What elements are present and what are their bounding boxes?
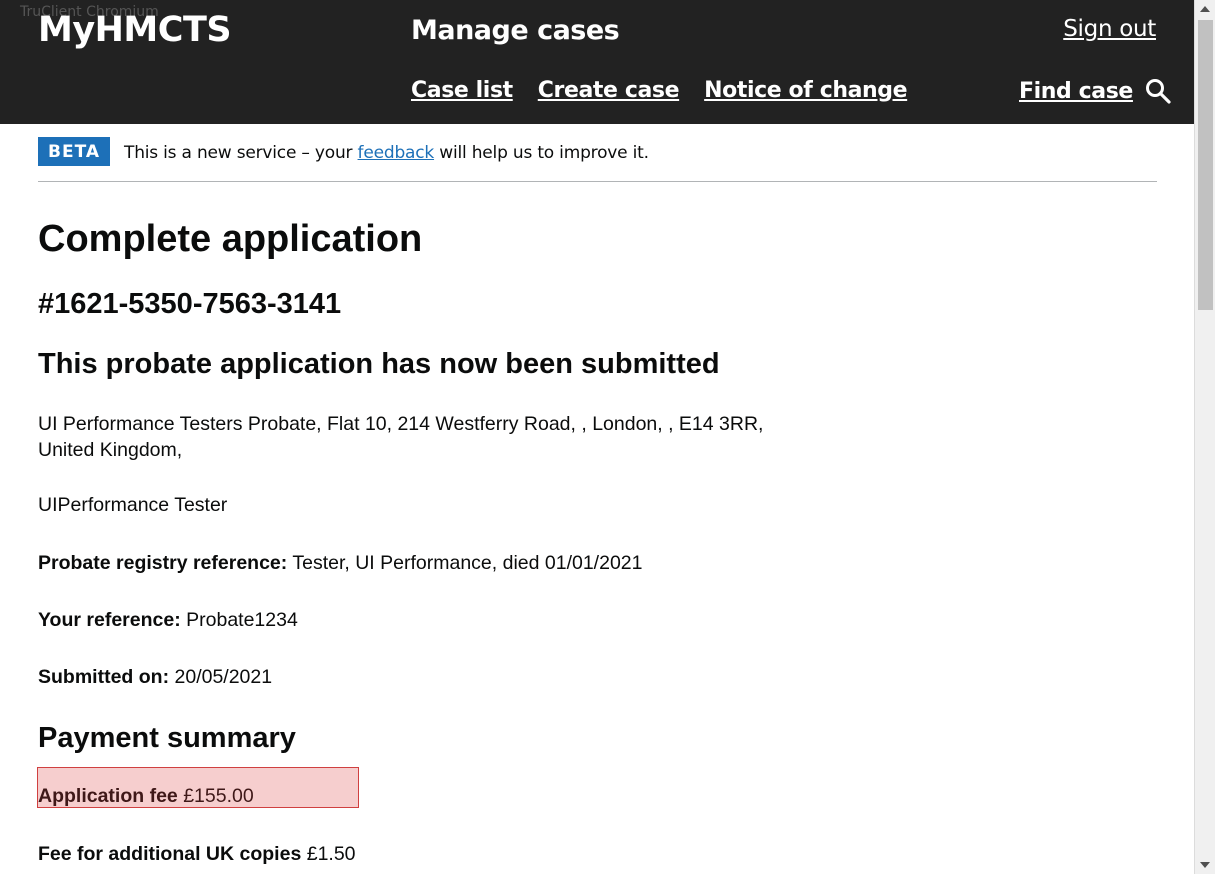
scroll-down-arrow-icon[interactable]: [1200, 862, 1210, 868]
your-reference: Your reference: Probate1234: [38, 609, 298, 632]
site-header: TruClient Chromium MyHMCTS Manage cases …: [0, 0, 1194, 124]
nav-create-case[interactable]: Create case: [538, 78, 680, 103]
submitted-on: Submitted on: 20/05/2021: [38, 666, 272, 689]
service-name[interactable]: Manage cases: [411, 15, 620, 46]
your-reference-label: Your reference:: [38, 609, 181, 631]
submitted-on-value: 20/05/2021: [174, 666, 273, 688]
application-fee-highlight: [37, 767, 359, 808]
primary-nav: Case list Create case Notice of change: [411, 78, 908, 103]
nav-notice-of-change[interactable]: Notice of change: [704, 78, 907, 103]
uk-copies-fee-value: £1.50: [306, 843, 356, 865]
page-title: Complete application: [38, 218, 423, 260]
find-case-link-group[interactable]: Find case: [1019, 78, 1171, 104]
phase-banner: BETA This is a new service – your feedba…: [38, 137, 1157, 182]
payment-summary-heading: Payment summary: [38, 722, 296, 754]
beta-text-after: will help us to improve it.: [434, 143, 649, 163]
status-heading: This probate application has now been su…: [38, 348, 720, 380]
scroll-thumb[interactable]: [1198, 20, 1213, 310]
uk-copies-fee: Fee for additional UK copies £1.50: [38, 843, 356, 866]
feedback-link[interactable]: feedback: [358, 143, 435, 163]
beta-tag: BETA: [38, 137, 111, 166]
address-block: UI Performance Testers Probate, Flat 10,…: [38, 411, 818, 463]
registry-reference-label: Probate registry reference:: [38, 552, 288, 574]
your-reference-value: Probate1234: [186, 609, 298, 631]
registry-reference: Probate registry reference: Tester, UI P…: [38, 552, 642, 575]
beta-message: This is a new service – your feedback wi…: [124, 143, 649, 163]
beta-text-before: This is a new service – your: [124, 143, 358, 163]
site-logo[interactable]: MyHMCTS: [38, 10, 232, 50]
scroll-up-arrow-icon[interactable]: [1200, 6, 1210, 12]
uk-copies-fee-label: Fee for additional UK copies: [38, 843, 302, 865]
case-number: #1621-5350-7563-3141: [38, 288, 342, 320]
address-line-2: United Kingdom,: [38, 439, 183, 461]
sign-out-link[interactable]: Sign out: [1063, 16, 1156, 42]
submitted-on-label: Submitted on:: [38, 666, 170, 688]
address-line-1: UI Performance Testers Probate, Flat 10,…: [38, 413, 764, 435]
search-icon[interactable]: [1145, 78, 1171, 104]
vertical-scrollbar[interactable]: [1194, 0, 1215, 874]
registry-reference-value: Tester, UI Performance, died 01/01/2021: [292, 552, 643, 574]
applicant-name: UIPerformance Tester: [38, 494, 228, 516]
nav-case-list[interactable]: Case list: [411, 78, 513, 103]
find-case-link[interactable]: Find case: [1019, 79, 1133, 104]
